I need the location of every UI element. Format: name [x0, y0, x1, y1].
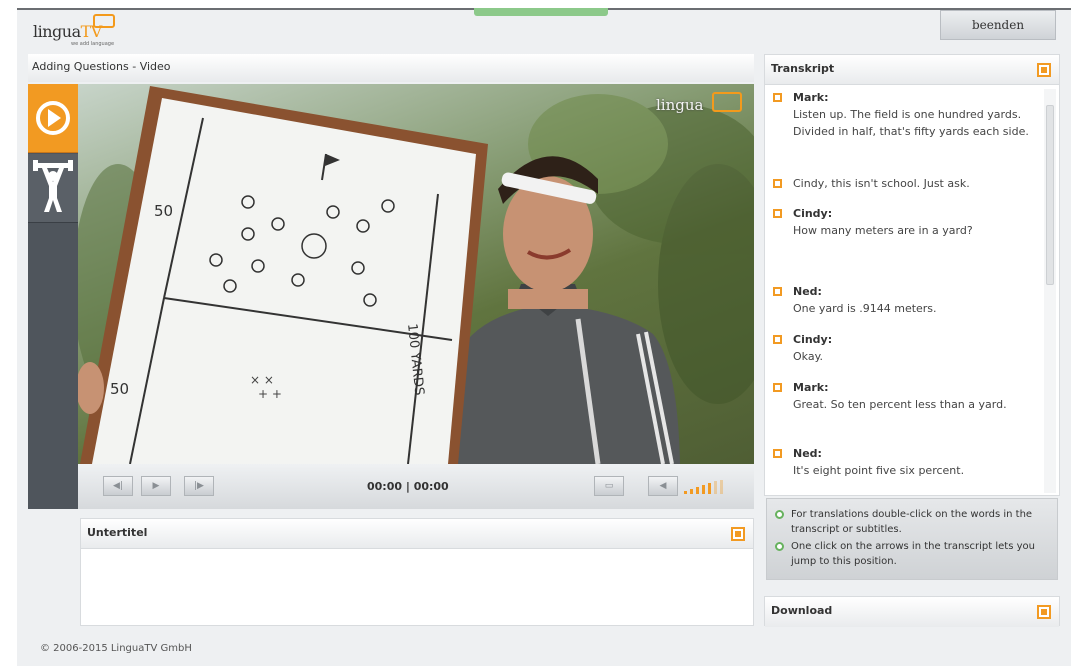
side-tab-bar — [28, 84, 78, 509]
speaker-name: Ned: — [793, 285, 822, 298]
forward-button[interactable]: |▶ — [184, 476, 214, 496]
video-player[interactable]: × × + + 50 50 100 YARDS lingua — [78, 84, 754, 464]
transcript-entry[interactable]: Cindy, this isn't school. Just ask. — [773, 175, 1041, 192]
transcript-line: Great. So ten percent less than a yard. — [793, 398, 1007, 411]
volume-bar-4 — [702, 485, 705, 494]
play-button[interactable]: ▶ — [141, 476, 171, 496]
download-toggle-icon[interactable] — [1037, 605, 1051, 619]
rewind-button[interactable]: ◀| — [103, 476, 133, 496]
info-dot-icon — [775, 542, 784, 551]
transcript-line: How many meters are in a yard? — [793, 224, 973, 237]
tip-text: For translations double-click on the wor… — [791, 509, 1033, 535]
info-dot-icon — [775, 510, 784, 519]
transcript-entry[interactable]: Mark: Listen up. The field is one hundre… — [773, 89, 1041, 140]
video-frame: × × + + 50 50 100 YARDS — [78, 86, 754, 464]
video-watermark: lingua — [656, 96, 704, 114]
transcript-entry[interactable]: Mark: Great. So ten percent less than a … — [773, 379, 1041, 413]
speech-bubble-icon — [93, 14, 115, 28]
logo-word: linguaTV — [33, 22, 102, 41]
whiteboard: × × + + — [80, 86, 488, 464]
transcript-scrollbar[interactable] — [1044, 89, 1056, 493]
transcript-panel: Transkript Mark: Listen up. The field is… — [764, 54, 1060, 496]
speaker-name: Cindy: — [793, 333, 833, 346]
subtitles-panel: Untertitel — [80, 518, 754, 626]
jump-arrow-icon[interactable] — [773, 449, 782, 458]
svg-text:× ×: × × — [250, 373, 274, 387]
tip-text: One click on the arrows in the transcrip… — [791, 541, 1035, 567]
download-header: Download — [765, 597, 1059, 627]
subtitles-toggle-icon[interactable] — [731, 527, 745, 541]
speaker-name: Cindy: — [793, 207, 833, 220]
time-display: 00:00 | 00:00 — [367, 480, 449, 493]
volume-slider[interactable] — [684, 479, 732, 494]
exit-button[interactable]: beenden — [940, 10, 1056, 40]
fullscreen-button[interactable]: ▭ — [594, 476, 624, 496]
volume-bar-6 — [714, 481, 717, 494]
transcript-line: One yard is .9144 meters. — [793, 302, 937, 315]
whiteboard-label-top: 50 — [154, 202, 173, 220]
speaker-name: Mark: — [793, 91, 829, 104]
volume-bar-5 — [708, 483, 711, 494]
jump-arrow-icon[interactable] — [773, 93, 782, 102]
jump-arrow-icon[interactable] — [773, 383, 782, 392]
jump-arrow-icon[interactable] — [773, 209, 782, 218]
jump-arrow-icon[interactable] — [773, 287, 782, 296]
volume-bar-7 — [720, 480, 723, 494]
copyright-text: © 2006-2015 LinguaTV GmbH — [40, 643, 192, 654]
tips-box: For translations double-click on the wor… — [766, 498, 1058, 580]
download-panel[interactable]: Download — [764, 596, 1060, 627]
download-title: Download — [771, 604, 833, 617]
transcript-title: Transkript — [771, 62, 835, 75]
jump-arrow-icon[interactable] — [773, 335, 782, 344]
tab-video[interactable] — [28, 84, 78, 153]
volume-button[interactable]: ◀ — [648, 476, 678, 496]
play-circle-icon — [36, 101, 70, 135]
transcript-entry[interactable]: Cindy: Okay. — [773, 331, 1041, 365]
subtitles-title: Untertitel — [87, 526, 148, 539]
weightlifter-icon — [33, 160, 73, 212]
whiteboard-label-bottom: 50 — [110, 380, 129, 398]
video-controls: ◀| ▶ |▶ 00:00 | 00:00 ▭ ◀ — [78, 464, 754, 509]
transcript-line: Okay. — [793, 350, 824, 363]
transcript-line: It's eight point five six percent. — [793, 464, 965, 477]
speaker-name: Ned: — [793, 447, 822, 460]
volume-bar-1 — [684, 491, 687, 494]
transcript-header: Transkript — [765, 55, 1059, 85]
transcript-line: Cindy, this isn't school. Just ask. — [793, 177, 970, 190]
tab-exercises[interactable] — [28, 154, 78, 223]
transcript-entry[interactable]: Ned: It's eight point five six percent. — [773, 445, 1041, 479]
logo-tagline: we add language — [71, 41, 115, 47]
top-accent-bar — [474, 8, 608, 16]
transcript-line: Listen up. The field is one hundred yard… — [793, 108, 1029, 138]
tip-jump: One click on the arrows in the transcrip… — [775, 539, 1051, 569]
subtitles-header: Untertitel — [81, 519, 753, 549]
logo-word-lingua: lingua — [33, 22, 81, 41]
volume-bar-3 — [696, 487, 699, 494]
transcript-entry[interactable]: Cindy: How many meters are in a yard? — [773, 205, 1041, 239]
transcript-entry[interactable]: Ned: One yard is .9144 meters. — [773, 283, 1041, 317]
jump-arrow-icon[interactable] — [773, 179, 782, 188]
volume-bar-2 — [690, 489, 693, 494]
watermark-bubble-icon — [712, 92, 742, 112]
tip-translation: For translations double-click on the wor… — [775, 507, 1051, 537]
transcript-toggle-icon[interactable] — [1037, 63, 1051, 77]
scrollbar-thumb[interactable] — [1046, 105, 1054, 285]
lesson-title: Adding Questions - Video — [28, 54, 754, 82]
svg-text:+ +: + + — [258, 387, 282, 401]
speaker-name: Mark: — [793, 381, 829, 394]
linguatv-logo: linguaTV we add language — [33, 14, 143, 48]
